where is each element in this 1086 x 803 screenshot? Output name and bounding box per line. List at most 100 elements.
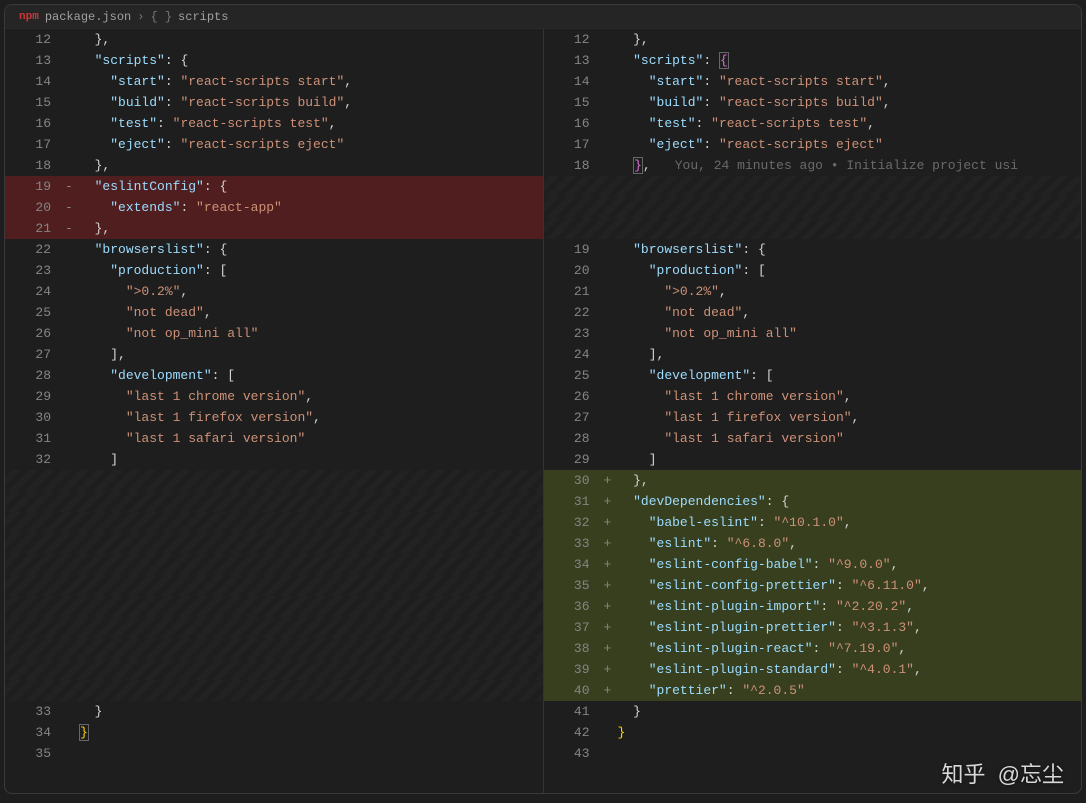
code-line[interactable]: 28 "last 1 safari version" [544,428,1082,449]
code-line[interactable] [5,596,543,617]
code-line[interactable] [5,680,543,701]
code-line[interactable]: 31+ "devDependencies": { [544,491,1082,512]
code-line[interactable]: 20 "production": [ [544,260,1082,281]
line-number: 28 [5,365,65,386]
code-line[interactable]: 22 "not dead", [544,302,1082,323]
code-line[interactable]: 38+ "eslint-plugin-react": "^7.19.0", [544,638,1082,659]
code-line[interactable]: 25 "not dead", [5,302,543,323]
code-line[interactable]: 15 "build": "react-scripts build", [544,92,1082,113]
breadcrumb[interactable]: npm package.json › { } scripts [5,5,1081,29]
code-line[interactable]: 33 } [5,701,543,722]
code-line[interactable]: 16 "test": "react-scripts test", [544,113,1082,134]
breadcrumb-section[interactable]: scripts [178,10,228,24]
code-line[interactable]: 14 "start": "react-scripts start", [5,71,543,92]
code-line[interactable] [5,638,543,659]
diff-container: 12 },13 "scripts": {14 "start": "react-s… [5,29,1081,793]
code-content: "eslintConfig": { [65,176,543,197]
code-line[interactable]: 17 "eject": "react-scripts eject" [5,134,543,155]
code-line[interactable]: 37+ "eslint-plugin-prettier": "^3.1.3", [544,617,1082,638]
line-number: 15 [544,92,604,113]
code-content: "not op_mini all" [604,323,1082,344]
line-number: 34+ [544,554,604,575]
code-line[interactable]: 26 "not op_mini all" [5,323,543,344]
line-number [5,554,65,575]
code-content: },You, 24 minutes ago • Initialize proje… [604,155,1082,176]
diff-pane-modified[interactable]: 12 },13 "scripts": {14 "start": "react-s… [544,29,1082,793]
code-line[interactable]: 32 ] [5,449,543,470]
code-line[interactable]: 29 ] [544,449,1082,470]
code-line[interactable] [544,218,1082,239]
code-line[interactable]: 31 "last 1 safari version" [5,428,543,449]
diff-pane-original[interactable]: 12 },13 "scripts": {14 "start": "react-s… [5,29,544,793]
line-number: 38+ [544,638,604,659]
code-line[interactable]: 35+ "eslint-config-prettier": "^6.11.0", [544,575,1082,596]
code-line[interactable]: 35 [5,743,543,764]
code-line[interactable]: 16 "test": "react-scripts test", [5,113,543,134]
code-content [65,638,543,659]
code-content [65,596,543,617]
code-content: "not dead", [65,302,543,323]
code-line[interactable]: 32+ "babel-eslint": "^10.1.0", [544,512,1082,533]
code-line[interactable]: 23 "not op_mini all" [544,323,1082,344]
code-line[interactable]: 20- "extends": "react-app" [5,197,543,218]
code-line[interactable] [5,554,543,575]
code-line[interactable]: 27 "last 1 firefox version", [544,407,1082,428]
code-content: "eslint-config-prettier": "^6.11.0", [604,575,1082,596]
code-line[interactable]: 13 "scripts": { [544,50,1082,71]
line-number [544,197,604,218]
code-line[interactable]: 26 "last 1 chrome version", [544,386,1082,407]
code-line[interactable] [544,176,1082,197]
code-line[interactable] [5,533,543,554]
line-number: 26 [544,386,604,407]
code-content: "eslint-config-babel": "^9.0.0", [604,554,1082,575]
code-line[interactable]: 15 "build": "react-scripts build", [5,92,543,113]
code-line[interactable]: 24 ">0.2%", [5,281,543,302]
code-line[interactable]: 21- }, [5,218,543,239]
code-line[interactable]: 22 "browserslist": { [5,239,543,260]
code-line[interactable]: 19 "browserslist": { [544,239,1082,260]
line-number: 24 [544,344,604,365]
code-line[interactable] [5,617,543,638]
code-line[interactable] [5,575,543,596]
code-line[interactable]: 13 "scripts": { [5,50,543,71]
code-line[interactable]: 19- "eslintConfig": { [5,176,543,197]
code-line[interactable] [5,470,543,491]
code-line[interactable]: 18 }, [5,155,543,176]
line-number: 12 [5,29,65,50]
code-content: "test": "react-scripts test", [65,113,543,134]
code-content: } [604,722,1082,743]
code-line[interactable]: 29 "last 1 chrome version", [5,386,543,407]
code-line[interactable] [5,491,543,512]
code-line[interactable]: 36+ "eslint-plugin-import": "^2.20.2", [544,596,1082,617]
code-line[interactable]: 12 }, [544,29,1082,50]
line-number: 34 [5,722,65,743]
code-content: } [65,701,543,722]
code-line[interactable] [5,512,543,533]
code-line[interactable]: 40+ "prettier": "^2.0.5" [544,680,1082,701]
code-line[interactable] [5,659,543,680]
code-line[interactable]: 12 }, [5,29,543,50]
code-line[interactable]: 34} [5,722,543,743]
code-line[interactable]: 14 "start": "react-scripts start", [544,71,1082,92]
line-number: 17 [5,134,65,155]
code-content: "devDependencies": { [604,491,1082,512]
code-line[interactable]: 28 "development": [ [5,365,543,386]
code-line[interactable]: 17 "eject": "react-scripts eject" [544,134,1082,155]
code-line[interactable]: 34+ "eslint-config-babel": "^9.0.0", [544,554,1082,575]
line-number: 25 [544,365,604,386]
code-line[interactable]: 21 ">0.2%", [544,281,1082,302]
code-line[interactable] [544,197,1082,218]
code-line[interactable]: 30+ }, [544,470,1082,491]
code-line[interactable]: 30 "last 1 firefox version", [5,407,543,428]
code-line[interactable]: 39+ "eslint-plugin-standard": "^4.0.1", [544,659,1082,680]
breadcrumb-file[interactable]: package.json [45,10,131,24]
code-line[interactable]: 23 "production": [ [5,260,543,281]
code-line[interactable]: 25 "development": [ [544,365,1082,386]
code-line[interactable]: 42} [544,722,1082,743]
code-line[interactable]: 24 ], [544,344,1082,365]
code-line[interactable]: 41 } [544,701,1082,722]
code-line[interactable]: 27 ], [5,344,543,365]
code-line[interactable]: 18 },You, 24 minutes ago • Initialize pr… [544,155,1082,176]
code-content [65,743,543,764]
code-line[interactable]: 33+ "eslint": "^6.8.0", [544,533,1082,554]
